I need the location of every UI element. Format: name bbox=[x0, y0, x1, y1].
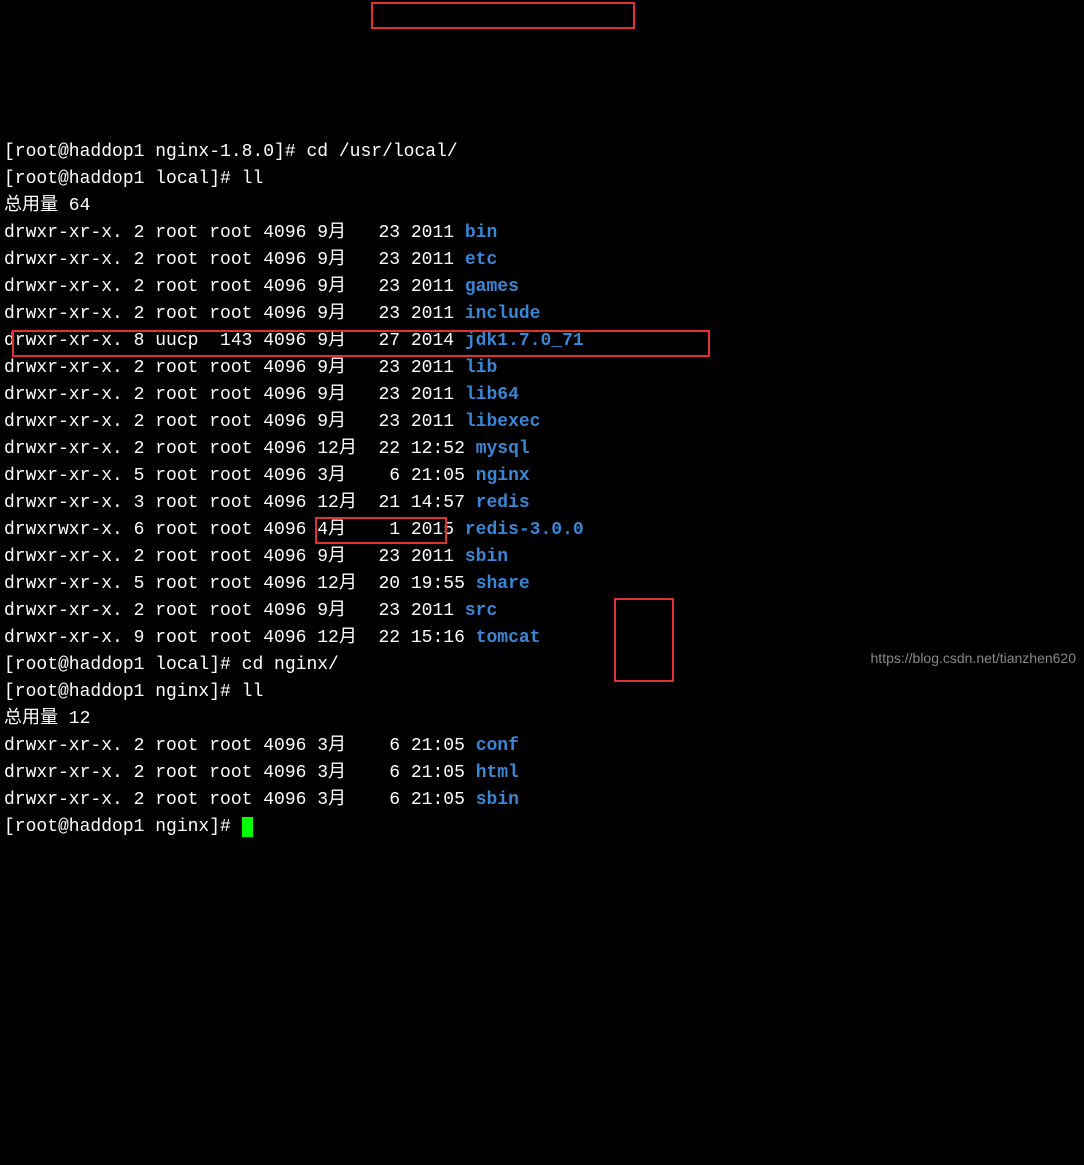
directory-name: games bbox=[465, 277, 519, 297]
prompt: [root@haddop1 nginx-1.8.0]# bbox=[4, 142, 306, 162]
command-text: cd nginx/ bbox=[242, 655, 339, 675]
list-item: drwxr-xr-x. 5 root root 4096 3月 6 21:05 … bbox=[4, 466, 530, 486]
list-item: drwxr-xr-x. 2 root root 4096 3月 6 21:05 … bbox=[4, 790, 519, 810]
list-item: drwxr-xr-x. 9 root root 4096 12月 22 15:1… bbox=[4, 628, 541, 648]
directory-name: lib bbox=[465, 358, 497, 378]
directory-name: share bbox=[476, 574, 530, 594]
list-item: drwxr-xr-x. 2 root root 4096 3月 6 21:05 … bbox=[4, 736, 519, 756]
prompt: [root@haddop1 local]# bbox=[4, 655, 242, 675]
highlight-box bbox=[371, 2, 635, 29]
file-listing: drwxr-xr-x. 2 root root 4096 9月 23 2011 … bbox=[4, 220, 1080, 652]
directory-name: bin bbox=[465, 223, 497, 243]
list-item: drwxr-xr-x. 2 root root 4096 9月 23 2011 … bbox=[4, 547, 508, 567]
list-item: drwxr-xr-x. 2 root root 4096 9月 23 2011 … bbox=[4, 412, 541, 432]
list-item: drwxr-xr-x. 2 root root 4096 9月 23 2011 … bbox=[4, 223, 497, 243]
command-text: ll bbox=[242, 682, 264, 702]
total-line: 总用量 64 bbox=[4, 196, 90, 216]
list-item: drwxrwxr-x. 6 root root 4096 4月 1 2015 r… bbox=[4, 520, 584, 540]
directory-name: redis-3.0.0 bbox=[465, 520, 584, 540]
terminal-output[interactable]: [root@haddop1 nginx-1.8.0]# cd /usr/loca… bbox=[4, 112, 1080, 841]
list-item: drwxr-xr-x. 2 root root 4096 9月 23 2011 … bbox=[4, 277, 519, 297]
directory-name: conf bbox=[476, 736, 519, 756]
list-item: drwxr-xr-x. 2 root root 4096 9月 23 2011 … bbox=[4, 250, 497, 270]
directory-name: mysql bbox=[476, 439, 530, 459]
directory-name: sbin bbox=[465, 547, 508, 567]
directory-name: src bbox=[465, 601, 497, 621]
directory-name: sbin bbox=[476, 790, 519, 810]
list-item: drwxr-xr-x. 2 root root 4096 9月 23 2011 … bbox=[4, 304, 541, 324]
prompt-line: [root@haddop1 nginx]# bbox=[4, 817, 253, 837]
prompt: [root@haddop1 nginx]# bbox=[4, 682, 242, 702]
directory-name: lib64 bbox=[465, 385, 519, 405]
directory-name: libexec bbox=[465, 412, 541, 432]
prompt-line: [root@haddop1 nginx-1.8.0]# cd /usr/loca… bbox=[4, 142, 458, 162]
list-item: drwxr-xr-x. 2 root root 4096 3月 6 21:05 … bbox=[4, 763, 519, 783]
cursor-icon bbox=[242, 817, 253, 837]
prompt-line: [root@haddop1 local]# cd nginx/ bbox=[4, 655, 339, 675]
list-item: drwxr-xr-x. 8 uucp 143 4096 9月 27 2014 j… bbox=[4, 331, 584, 351]
list-item: drwxr-xr-x. 2 root root 4096 9月 23 2011 … bbox=[4, 385, 519, 405]
command-text: cd /usr/local/ bbox=[306, 142, 457, 162]
prompt: [root@haddop1 nginx]# bbox=[4, 817, 242, 837]
file-listing: drwxr-xr-x. 2 root root 4096 3月 6 21:05 … bbox=[4, 733, 1080, 814]
directory-name: jdk1.7.0_71 bbox=[465, 331, 584, 351]
directory-name: include bbox=[465, 304, 541, 324]
directory-name: etc bbox=[465, 250, 497, 270]
prompt: [root@haddop1 local]# bbox=[4, 169, 242, 189]
directory-name: html bbox=[476, 763, 519, 783]
prompt-line: [root@haddop1 nginx]# ll bbox=[4, 682, 263, 702]
prompt-line: [root@haddop1 local]# ll bbox=[4, 169, 263, 189]
directory-name: redis bbox=[476, 493, 530, 513]
list-item: drwxr-xr-x. 3 root root 4096 12月 21 14:5… bbox=[4, 493, 530, 513]
command-text: ll bbox=[242, 169, 264, 189]
directory-name: tomcat bbox=[476, 628, 541, 648]
directory-name: nginx bbox=[476, 466, 530, 486]
list-item: drwxr-xr-x. 2 root root 4096 9月 23 2011 … bbox=[4, 358, 497, 378]
list-item: drwxr-xr-x. 2 root root 4096 9月 23 2011 … bbox=[4, 601, 497, 621]
total-line: 总用量 12 bbox=[4, 709, 90, 729]
watermark-text: https://blog.csdn.net/tianzhen620 bbox=[871, 648, 1076, 669]
list-item: drwxr-xr-x. 2 root root 4096 12月 22 12:5… bbox=[4, 439, 530, 459]
list-item: drwxr-xr-x. 5 root root 4096 12月 20 19:5… bbox=[4, 574, 530, 594]
